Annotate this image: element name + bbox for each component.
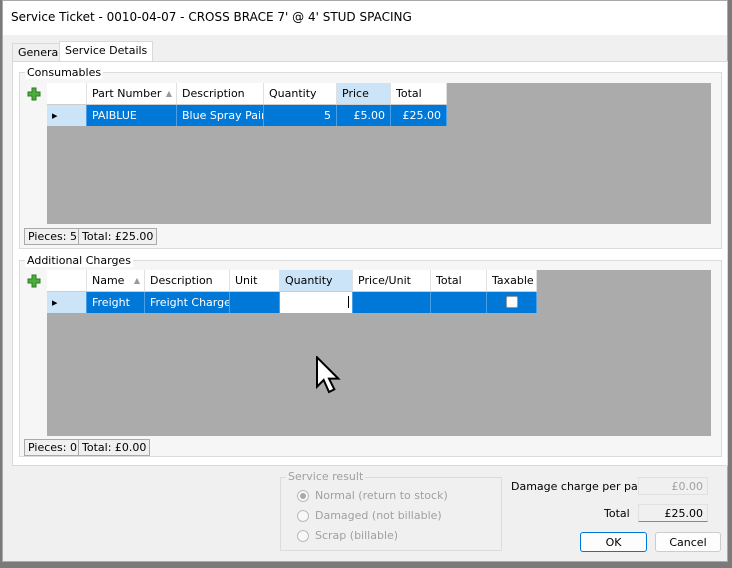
radio-damaged[interactable]: Damaged (not billable): [297, 509, 442, 522]
col-part-number[interactable]: Part Number ▲: [87, 83, 177, 104]
table-row[interactable]: ▸ PAIBLUE Blue Spray Paint 5 £5.00 £25.0…: [47, 105, 447, 126]
additional-charges-label: Additional Charges: [25, 254, 133, 267]
col-total[interactable]: Total: [391, 83, 447, 104]
ok-button[interactable]: OK: [580, 532, 647, 552]
tab-service-details[interactable]: Service Details: [59, 41, 154, 62]
sort-asc-icon: ▲: [133, 276, 140, 285]
col-quantity[interactable]: Quantity: [264, 83, 337, 104]
cell-name[interactable]: Freight: [87, 292, 145, 313]
col-name[interactable]: Name ▲: [87, 270, 145, 291]
radio-normal[interactable]: Normal (return to stock): [297, 489, 448, 502]
radio-icon: [297, 530, 309, 542]
damage-charge-label: Damage charge per part: [511, 480, 647, 493]
consumables-total: Total: £25.00: [78, 228, 158, 245]
col-unit[interactable]: Unit: [230, 270, 280, 291]
consumables-pieces: Pieces: 5: [24, 228, 81, 245]
cell-unit[interactable]: [230, 292, 280, 313]
mouse-cursor-icon: [316, 356, 341, 394]
row-pointer-icon: ▸: [47, 105, 87, 126]
additional-pieces: Pieces: 0: [24, 439, 81, 456]
col-price[interactable]: Price: [337, 83, 391, 104]
cell-taxable[interactable]: [487, 292, 537, 313]
text-caret: [348, 296, 349, 308]
col-label: Name: [92, 274, 125, 287]
row-header-corner: [47, 270, 87, 291]
sort-asc-icon: ▲: [165, 89, 172, 98]
add-consumable-icon[interactable]: [27, 87, 41, 101]
radio-label: Damaged (not billable): [315, 509, 442, 522]
consumables-header: Part Number ▲ Description Quantity Price …: [47, 83, 447, 105]
table-row[interactable]: ▸ Freight Freight Charge: [47, 292, 537, 313]
quantity-edit-input[interactable]: [280, 292, 353, 313]
col-quantity[interactable]: Quantity: [280, 270, 353, 291]
cell-total[interactable]: £25.00: [391, 105, 447, 126]
radio-selected-icon: [297, 490, 309, 502]
cell-total[interactable]: [431, 292, 487, 313]
row-pointer-icon: ▸: [47, 292, 87, 313]
consumables-grid: Part Number ▲ Description Quantity Price …: [47, 83, 711, 224]
total-label: Total: [604, 507, 630, 520]
service-ticket-dialog: Service Ticket - 0010-04-07 - CROSS BRAC…: [2, 0, 728, 562]
cell-description[interactable]: Freight Charge: [145, 292, 230, 313]
col-total[interactable]: Total: [431, 270, 487, 291]
col-label: Part Number: [92, 87, 162, 100]
radio-label: Normal (return to stock): [315, 489, 448, 502]
col-taxable[interactable]: Taxable: [487, 270, 537, 291]
cancel-button[interactable]: Cancel: [655, 532, 721, 552]
cell-quantity[interactable]: 5: [264, 105, 337, 126]
cell-description[interactable]: Blue Spray Paint: [177, 105, 264, 126]
damage-charge-field: £0.00: [638, 477, 708, 495]
additional-charges-grid: Name ▲ Description Unit Quantity Price/Un…: [47, 270, 711, 436]
additional-total: Total: £0.00: [78, 439, 151, 456]
consumables-label: Consumables: [25, 66, 104, 79]
col-description[interactable]: Description: [145, 270, 230, 291]
cell-part-number[interactable]: PAIBLUE: [87, 105, 177, 126]
service-result-label: Service result: [286, 470, 366, 483]
row-header-corner: [47, 83, 87, 104]
radio-label: Scrap (billable): [315, 529, 399, 542]
total-field: £25.00: [638, 504, 708, 522]
add-charge-icon[interactable]: [27, 274, 41, 288]
radio-icon: [297, 510, 309, 522]
cell-price-unit[interactable]: [353, 292, 431, 313]
col-price-unit[interactable]: Price/Unit: [353, 270, 431, 291]
cell-price[interactable]: £5.00: [337, 105, 391, 126]
col-description[interactable]: Description: [177, 83, 264, 104]
service-details-panel: Consumables Part Number ▲ Description Qua…: [12, 61, 728, 466]
title-bar: Service Ticket - 0010-04-07 - CROSS BRAC…: [3, 1, 727, 35]
additional-header: Name ▲ Description Unit Quantity Price/Un…: [47, 270, 537, 292]
radio-scrap[interactable]: Scrap (billable): [297, 529, 398, 542]
taxable-checkbox[interactable]: [505, 296, 518, 308]
